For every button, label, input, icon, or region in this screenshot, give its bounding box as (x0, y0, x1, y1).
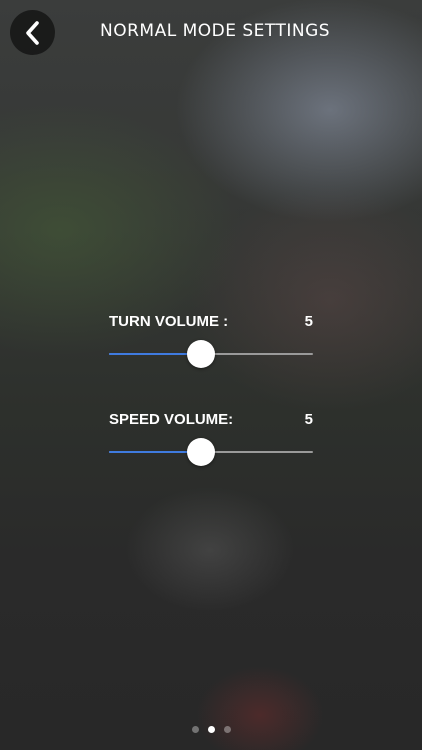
page-dot[interactable] (223, 726, 231, 733)
chevron-left-icon (25, 20, 39, 45)
turn-volume-setting: TURN VOLUME : 5 (109, 312, 313, 368)
page-title: NORMAL MODE SETTINGS (100, 21, 331, 41)
turn-volume-label: TURN VOLUME : (109, 313, 229, 330)
slider-thumb[interactable] (187, 340, 215, 368)
turn-volume-slider[interactable] (109, 340, 313, 368)
turn-volume-value: 5 (304, 313, 313, 330)
slider-thumb[interactable] (187, 438, 215, 466)
page-dot[interactable] (191, 726, 199, 733)
speed-volume-value: 5 (304, 411, 313, 428)
speed-volume-label: SPEED VOLUME: (109, 411, 234, 428)
page-indicator (0, 726, 422, 734)
speed-volume-setting: SPEED VOLUME: 5 (109, 410, 313, 466)
back-button[interactable] (10, 10, 55, 55)
header: NORMAL MODE SETTINGS (0, 0, 422, 62)
page-dot[interactable] (207, 726, 215, 733)
speed-volume-slider[interactable] (109, 438, 313, 466)
blurred-background (0, 0, 422, 750)
